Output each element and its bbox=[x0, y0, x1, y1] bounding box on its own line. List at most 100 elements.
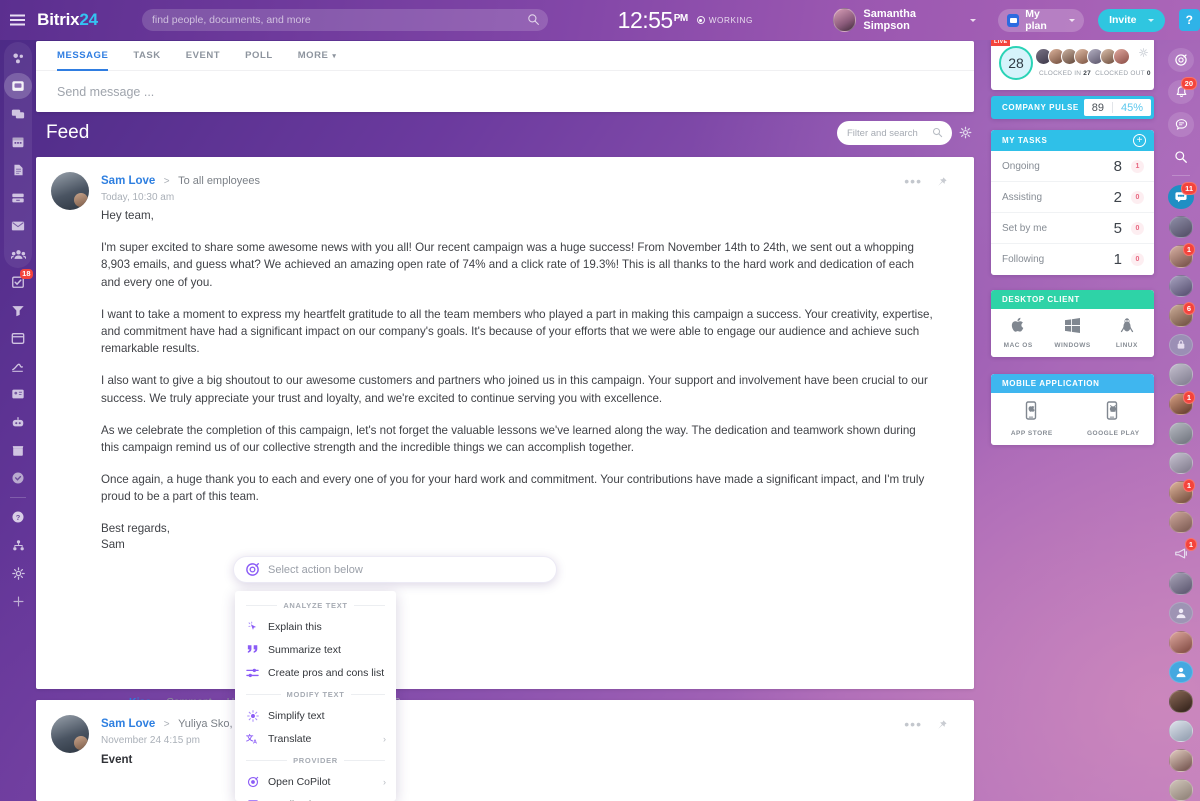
right-sidebar-avatar[interactable] bbox=[1169, 572, 1193, 594]
my-plan-label: My plan bbox=[1025, 8, 1063, 32]
sidebar-item-settings[interactable] bbox=[0, 559, 36, 587]
sidebar-item-crm[interactable] bbox=[0, 296, 36, 324]
sidebar-item-documents[interactable] bbox=[0, 156, 36, 184]
feed-post: ••• Sam Love > Yuliya Sko, Samanth Novem… bbox=[36, 700, 974, 801]
download-mac-os[interactable]: MAC OS bbox=[991, 317, 1045, 349]
post-pin-button[interactable] bbox=[936, 175, 948, 193]
right-sidebar-avatar[interactable] bbox=[1169, 452, 1193, 474]
search-icon bbox=[932, 127, 943, 141]
sidebar-item-group[interactable] bbox=[0, 240, 36, 268]
copilot-item-explain-this[interactable]: Explain this bbox=[235, 615, 396, 638]
sidebar-item-bitrix-logo[interactable] bbox=[0, 44, 36, 72]
menu-toggle-button[interactable] bbox=[0, 0, 35, 40]
post-pin-button[interactable] bbox=[936, 718, 948, 736]
sidebar-item-tasks[interactable]: 18 bbox=[0, 268, 36, 296]
tab-task[interactable]: TASK bbox=[133, 41, 160, 71]
sidebar-item-sites[interactable] bbox=[0, 324, 36, 352]
working-status[interactable]: WORKING bbox=[697, 16, 753, 25]
sidebar-item-add[interactable] bbox=[0, 587, 36, 615]
global-search-input[interactable]: find people, documents, and more bbox=[142, 9, 548, 31]
right-sidebar-avatar[interactable] bbox=[1169, 779, 1193, 801]
add-task-button[interactable]: + bbox=[1133, 134, 1146, 147]
feed-settings-button[interactable] bbox=[959, 126, 972, 144]
task-row[interactable]: Set by me 5 0 bbox=[991, 213, 1154, 244]
tab-message[interactable]: MESSAGE bbox=[57, 41, 108, 71]
right-sidebar-avatar[interactable] bbox=[1169, 749, 1193, 771]
sidebar-item-automation[interactable] bbox=[0, 408, 36, 436]
task-badge: 0 bbox=[1131, 253, 1144, 266]
sidebar-item-contact-center[interactable] bbox=[0, 380, 36, 408]
right-sidebar-avatar[interactable] bbox=[1169, 422, 1193, 444]
invite-button[interactable]: Invite bbox=[1098, 9, 1164, 32]
avatar[interactable] bbox=[1113, 48, 1130, 65]
clock-time: 12:55 bbox=[618, 7, 673, 34]
sidebar-item-chat[interactable] bbox=[0, 100, 36, 128]
post-author[interactable]: Sam Love bbox=[101, 175, 155, 187]
right-sidebar-avatar[interactable] bbox=[1169, 216, 1193, 238]
sidebar-item-mail[interactable] bbox=[0, 212, 36, 240]
task-row[interactable]: Ongoing 8 1 bbox=[991, 151, 1154, 182]
clocked-settings-button[interactable] bbox=[1139, 44, 1148, 62]
company-pulse-widget[interactable]: COMPANY PULSE 89 45% bbox=[991, 96, 1154, 119]
download-google-play[interactable]: GOOGLE PLAY bbox=[1073, 401, 1155, 437]
sidebar-item-market[interactable] bbox=[0, 436, 36, 464]
user-menu[interactable]: Samantha Simpson bbox=[833, 8, 976, 32]
copilot-action-input[interactable]: Select action below bbox=[233, 556, 557, 583]
sidebar-item-favorites[interactable] bbox=[0, 464, 36, 492]
chevron-down-icon bbox=[1069, 19, 1075, 22]
filter-search-input[interactable]: Filter and search bbox=[837, 121, 952, 145]
tab-event[interactable]: EVENT bbox=[186, 41, 220, 71]
right-sidebar-avatar[interactable]: 6 bbox=[1169, 304, 1193, 326]
right-sidebar-avatar[interactable] bbox=[1169, 690, 1193, 712]
sidebar-item-drive[interactable] bbox=[0, 184, 36, 212]
copilot-item-label: Open CoPilot bbox=[268, 776, 330, 788]
group-icon bbox=[11, 248, 26, 261]
copilot-item-open-copilot[interactable]: Open CoPilot › bbox=[235, 770, 396, 793]
task-row[interactable]: Assisting 2 0 bbox=[991, 182, 1154, 213]
task-row[interactable]: Following 1 0 bbox=[991, 244, 1154, 275]
right-sidebar-avatar[interactable] bbox=[1169, 720, 1193, 742]
help-button[interactable]: ? bbox=[1179, 9, 1200, 31]
right-sidebar-messenger-button[interactable] bbox=[1168, 112, 1194, 136]
right-sidebar-avatar[interactable] bbox=[1169, 275, 1193, 297]
right-sidebar-avatar[interactable] bbox=[1169, 631, 1193, 653]
right-sidebar-group-chat-button[interactable]: 11 bbox=[1168, 185, 1194, 209]
right-sidebar-avatar[interactable]: 1 bbox=[1169, 245, 1193, 267]
copilot-item-translate[interactable]: 文A Translate › bbox=[235, 727, 396, 750]
copilot-item-summarize-text[interactable]: Summarize text bbox=[235, 638, 396, 661]
filter-search-placeholder: Filter and search bbox=[847, 128, 918, 139]
post-more-menu-button[interactable]: ••• bbox=[904, 716, 922, 732]
copilot-item-feedback[interactable]: Feedback bbox=[235, 793, 396, 801]
app-logo[interactable]: Bitrix24 bbox=[35, 10, 98, 30]
sidebar-item-feed[interactable] bbox=[0, 72, 36, 100]
right-sidebar-avatar[interactable] bbox=[1169, 363, 1193, 385]
right-sidebar-announcement-button[interactable]: 1 bbox=[1168, 541, 1194, 565]
right-sidebar-avatar[interactable]: 1 bbox=[1169, 393, 1193, 415]
right-sidebar-default-avatar[interactable] bbox=[1169, 602, 1193, 624]
tab-more[interactable]: MORE▾ bbox=[298, 41, 337, 71]
copilot-item-label: Summarize text bbox=[268, 644, 341, 656]
sidebar-item-company-structure[interactable] bbox=[0, 531, 36, 559]
right-sidebar-search-button[interactable] bbox=[1168, 145, 1194, 169]
right-sidebar-locked-avatar[interactable] bbox=[1169, 334, 1193, 356]
download-linux[interactable]: LINUX bbox=[1100, 317, 1154, 349]
copilot-item-simplify-text[interactable]: Simplify text bbox=[235, 704, 396, 727]
post-more-menu-button[interactable]: ••• bbox=[904, 173, 922, 189]
my-plan-button[interactable]: My plan bbox=[998, 9, 1084, 32]
post-author[interactable]: Sam Love bbox=[101, 718, 155, 730]
copilot-item-create-pros-and-cons-list[interactable]: Create pros and cons list bbox=[235, 661, 396, 684]
sidebar-divider bbox=[10, 497, 26, 498]
sidebar-item-help[interactable]: ? bbox=[0, 503, 36, 531]
right-sidebar-avatar[interactable]: 1 bbox=[1169, 481, 1193, 503]
sidebar-item-signature[interactable] bbox=[0, 352, 36, 380]
tab-poll[interactable]: POLL bbox=[245, 41, 273, 71]
tab-label: TASK bbox=[133, 50, 160, 61]
right-sidebar-default-avatar[interactable] bbox=[1169, 661, 1193, 683]
download-app-store[interactable]: APP STORE bbox=[991, 401, 1073, 437]
message-input[interactable]: Send message ... bbox=[36, 71, 974, 99]
right-sidebar-notifications-button[interactable]: 20 bbox=[1168, 80, 1194, 104]
download-windows[interactable]: WINDOWS bbox=[1045, 318, 1099, 349]
sidebar-item-calendar[interactable] bbox=[0, 128, 36, 156]
right-sidebar-copilot-button[interactable] bbox=[1168, 48, 1194, 72]
right-sidebar-avatar[interactable] bbox=[1169, 511, 1193, 533]
